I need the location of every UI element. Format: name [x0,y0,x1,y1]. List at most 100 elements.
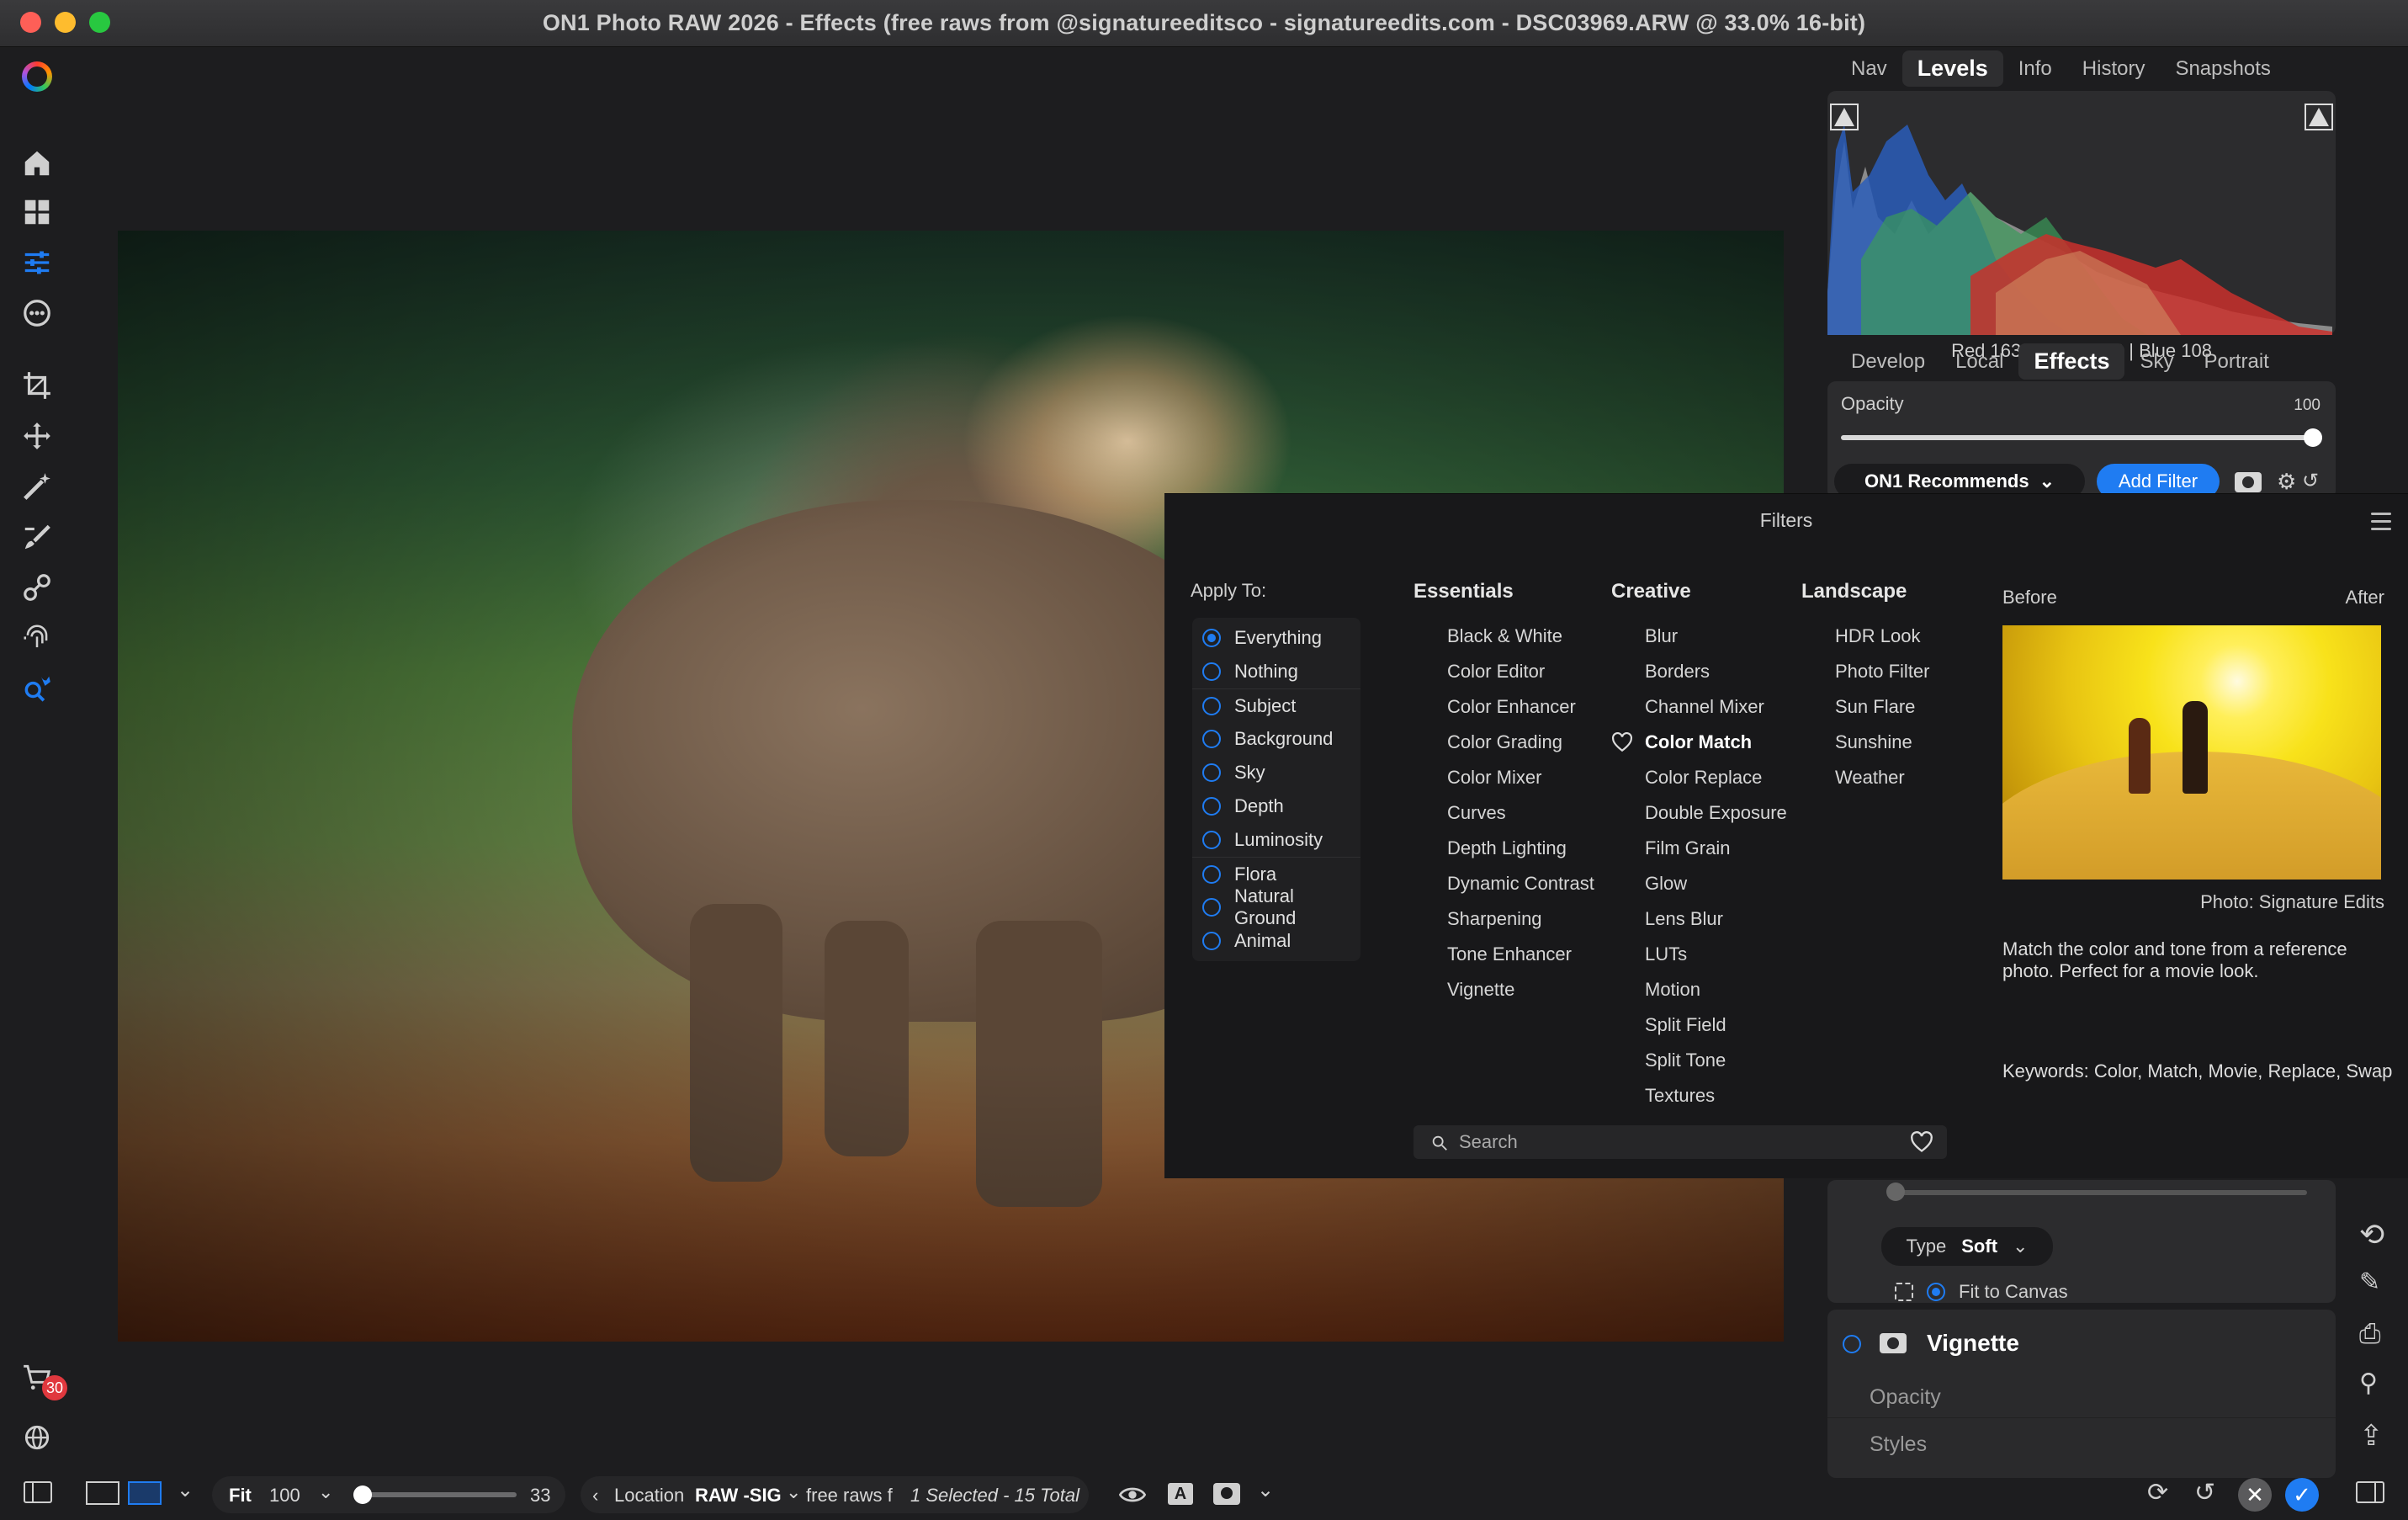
filter-item[interactable]: Borders [1611,654,1787,689]
filter-item[interactable]: Color Enhancer [1414,689,1594,725]
filter-item[interactable]: Depth Lighting [1414,831,1594,866]
clone-icon[interactable] [19,569,56,606]
tab-portrait[interactable]: Portrait [2188,345,2283,379]
tab-history[interactable]: History [2067,52,2161,86]
filter-item[interactable]: Split Field [1611,1007,1787,1043]
sliders-icon[interactable] [19,244,56,281]
maximize-window-button[interactable] [89,12,110,33]
ai-edit-icon[interactable]: ✎ [2359,1268,2395,1303]
more-icon[interactable] [19,295,56,332]
vignette-enable-toggle[interactable] [1843,1335,1861,1353]
filter-item[interactable]: HDR Look [1801,619,1930,654]
tab-levels[interactable]: Levels [1901,50,2003,87]
wand-icon[interactable] [19,468,56,505]
apply-option-natural-ground[interactable]: Natural Ground [1192,885,1360,928]
apply-option-depth[interactable]: Depth [1192,789,1360,823]
filter-item[interactable]: Tone Enhancer [1414,937,1594,972]
tab-effects[interactable]: Effects [2018,343,2125,380]
apply-option-luminosity[interactable]: Luminosity [1192,823,1360,857]
text-overlay-icon[interactable]: A [1168,1483,1193,1505]
filter-item[interactable]: Channel Mixer [1611,689,1787,725]
on1-logo-icon[interactable] [22,61,52,92]
fit-to-canvas-radio[interactable] [1927,1283,1945,1301]
sync-refresh-icon[interactable]: ⟳ [2147,1478,2168,1507]
apply-option-nothing[interactable]: Nothing [1192,655,1360,688]
filter-item[interactable]: Color Mixer [1414,760,1594,795]
filter-item[interactable]: Sun Flare [1801,689,1930,725]
mask-icon[interactable] [1880,1333,1907,1353]
sync-icon[interactable] [19,1419,56,1456]
crop-icon[interactable] [19,367,56,404]
cancel-button[interactable]: ✕ [2238,1478,2272,1512]
chevron-left-icon[interactable]: ‹ [592,1485,598,1507]
filter-item[interactable]: Weather [1801,760,1930,795]
toggle-right-panel-icon[interactable] [2356,1481,2384,1503]
filter-item[interactable]: Black & White [1414,619,1594,654]
filter-item[interactable]: Textures [1611,1078,1787,1113]
type-dropdown[interactable]: Type Soft ⌄ [1881,1227,2053,1266]
opacity-slider[interactable] [1841,435,2312,440]
chevron-down-icon[interactable]: ⌄ [177,1478,194,1502]
apply-option-background[interactable]: Background [1192,722,1360,756]
apply-button[interactable]: ✓ [2285,1478,2319,1512]
mask-icon[interactable] [2235,472,2262,492]
location-label[interactable]: Location [614,1485,684,1507]
thumb-size-slider[interactable] [357,1492,517,1497]
chevron-down-icon[interactable]: ⌄ [318,1481,333,1503]
filter-item[interactable]: Lens Blur [1611,901,1787,937]
filter-item[interactable]: Sunshine [1801,725,1930,760]
tab-nav[interactable]: Nav [1836,52,1902,86]
chevron-down-icon[interactable]: ⌄ [1257,1478,1274,1502]
filter-item[interactable]: Sharpening [1414,901,1594,937]
home-icon[interactable] [19,145,56,182]
search-person-icon[interactable] [19,670,56,707]
filter-item[interactable]: Blur [1611,619,1787,654]
filter-item[interactable]: Glow [1611,866,1787,901]
tab-local[interactable]: Local [1940,345,2018,379]
tab-info[interactable]: Info [2003,52,2067,86]
filter-item[interactable]: Vignette [1414,972,1594,1007]
grid-icon[interactable] [19,194,56,231]
fit-button[interactable]: Fit [229,1485,252,1507]
single-view-icon[interactable] [128,1481,162,1505]
grid-view-icon[interactable] [86,1481,119,1505]
history-clock-icon[interactable]: ⟲ [2359,1217,2395,1252]
heart-icon[interactable] [1611,732,1633,752]
filter-item[interactable]: Curves [1414,795,1594,831]
filter-slider[interactable] [1895,1190,2307,1195]
favorites-heart-icon[interactable] [1910,1131,1933,1153]
close-window-button[interactable] [20,12,41,33]
filter-item[interactable]: LUTs [1611,937,1787,972]
filter-item-selected[interactable]: Color Match [1611,725,1787,760]
filter-item[interactable]: Motion [1611,972,1787,1007]
filter-preview-image[interactable] [2002,625,2381,880]
fingerprint-icon[interactable] [19,619,56,656]
filter-item[interactable]: Color Editor [1414,654,1594,689]
vignette-styles-label[interactable]: Styles [1870,1432,1927,1457]
minimize-window-button[interactable] [55,12,76,33]
zoom-value[interactable]: 100 [269,1485,300,1507]
path-segment[interactable]: RAW -SIG [695,1485,782,1507]
eye-icon[interactable] [1119,1483,1146,1507]
undo-icon[interactable]: ↺ [2194,1478,2215,1507]
apply-option-everything[interactable]: Everything [1192,621,1360,655]
transform-icon[interactable] [19,417,56,454]
vignette-opacity-label[interactable]: Opacity [1870,1385,1941,1410]
path-segment-2[interactable]: free raws f [806,1485,893,1507]
filter-search-input[interactable] [1459,1130,1880,1154]
apply-option-animal[interactable]: Animal [1192,924,1360,958]
tab-snapshots[interactable]: Snapshots [2160,52,2285,86]
hamburger-menu-icon[interactable] [2371,513,2391,535]
export-icon[interactable]: ⇪ [2359,1419,2395,1454]
opacity-slider-knob[interactable] [2304,428,2322,447]
toggle-left-panel-icon[interactable] [24,1481,52,1503]
filter-item[interactable]: Film Grain [1611,831,1787,866]
chevron-down-icon[interactable]: ⌄ [786,1481,801,1503]
share-icon[interactable]: ⚲ [2359,1369,2395,1404]
filter-item[interactable]: Dynamic Contrast [1414,866,1594,901]
filter-item[interactable]: Photo Filter [1801,654,1930,689]
apply-option-sky[interactable]: Sky [1192,756,1360,789]
tab-develop[interactable]: Develop [1836,345,1940,379]
apply-option-subject[interactable]: Subject [1192,688,1360,722]
filter-item[interactable]: Split Tone [1611,1043,1787,1078]
